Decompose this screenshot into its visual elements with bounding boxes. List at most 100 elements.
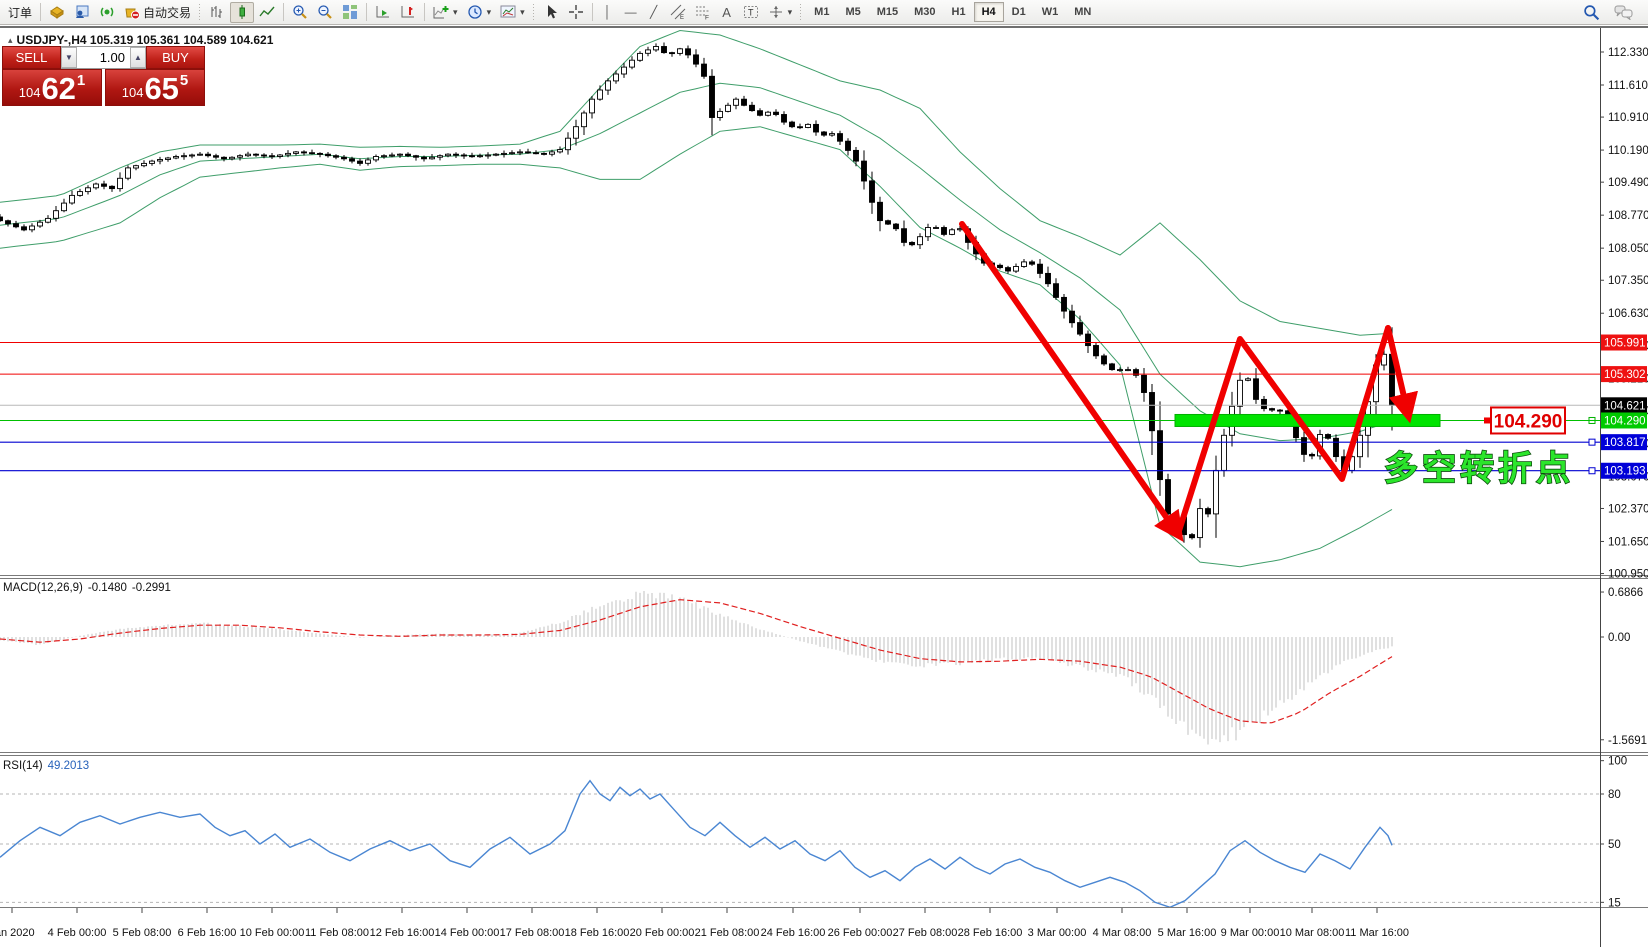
timeframe-h4[interactable]: H4 xyxy=(974,2,1004,22)
svg-text:17 Feb 08:00: 17 Feb 08:00 xyxy=(500,927,565,939)
svg-text:105.991: 105.991 xyxy=(1604,338,1646,350)
timeframe-w1[interactable]: W1 xyxy=(1034,2,1067,22)
crosshair-icon[interactable] xyxy=(564,2,588,23)
toolbar-grip xyxy=(799,3,803,21)
svg-text:28 Feb 16:00: 28 Feb 16:00 xyxy=(958,927,1023,939)
svg-text:106.630: 106.630 xyxy=(1608,308,1648,320)
toolbar-grip xyxy=(532,3,536,21)
timeframe-m30[interactable]: M30 xyxy=(906,2,943,22)
support-price-text: 104.290 xyxy=(1494,411,1563,432)
timeframe-m5[interactable]: M5 xyxy=(837,2,868,22)
svg-text:3 Mar 00:00: 3 Mar 00:00 xyxy=(1028,927,1087,939)
svg-text:14 Feb 00:00: 14 Feb 00:00 xyxy=(435,927,500,939)
svg-text:101.650: 101.650 xyxy=(1608,536,1648,548)
svg-text:5 Mar 16:00: 5 Mar 16:00 xyxy=(1158,927,1217,939)
market-watch-icon[interactable] xyxy=(70,2,94,23)
svg-text:110.910: 110.910 xyxy=(1608,112,1648,124)
svg-text:E: E xyxy=(680,15,684,20)
main-toolbar: 订单 自动交易 ▾ ▾ xyxy=(0,0,1648,25)
chart-window[interactable]: 104.290多空转折点112.330111.610110.910110.190… xyxy=(0,26,1648,947)
volume-increase-button[interactable]: ▲ xyxy=(130,47,146,68)
volume-decrease-button[interactable]: ▼ xyxy=(61,47,77,68)
toolbar-separator xyxy=(592,3,593,21)
svg-text:Jan 2020: Jan 2020 xyxy=(0,927,35,939)
svg-text:10 Mar 08:00: 10 Mar 08:00 xyxy=(1280,927,1345,939)
sell-button[interactable]: SELL xyxy=(2,46,61,69)
new-order-button[interactable]: 订单 xyxy=(4,2,36,23)
sell-price-big: 62 xyxy=(41,76,75,102)
search-icon[interactable] xyxy=(1579,2,1604,23)
svg-text:11 Mar 16:00: 11 Mar 16:00 xyxy=(1345,927,1409,939)
arrows-tool-icon[interactable]: ▾ xyxy=(764,2,797,23)
cursor-icon[interactable] xyxy=(539,2,563,23)
svg-text:5 Feb 08:00: 5 Feb 08:00 xyxy=(113,927,172,939)
sell-price-prefix: 104 xyxy=(19,86,41,99)
timeframe-m1[interactable]: M1 xyxy=(806,2,837,22)
buy-price-sup: 5 xyxy=(180,73,188,88)
periods-clock-icon[interactable]: ▾ xyxy=(463,2,496,23)
text-label-tool-icon[interactable]: T xyxy=(739,2,763,23)
svg-text:T: T xyxy=(748,8,754,18)
toolbar-separator xyxy=(40,3,41,21)
svg-text:100: 100 xyxy=(1608,756,1627,768)
chat-icon[interactable] xyxy=(1610,2,1638,23)
toolbar-separator xyxy=(424,3,425,21)
dropdown-caret: ▾ xyxy=(487,7,492,18)
buy-button[interactable]: BUY xyxy=(146,46,205,69)
tile-windows-icon[interactable] xyxy=(338,2,362,23)
timeframe-d1[interactable]: D1 xyxy=(1004,2,1034,22)
auto-scroll-icon[interactable] xyxy=(371,2,395,23)
templates-icon[interactable]: ▾ xyxy=(496,2,529,23)
svg-text:0.00: 0.00 xyxy=(1608,632,1630,644)
dropdown-caret: ▾ xyxy=(788,7,793,18)
sell-price-box[interactable]: 104621 xyxy=(2,69,102,106)
dropdown-caret: ▾ xyxy=(520,7,525,18)
sell-price-sup: 1 xyxy=(77,73,85,88)
zoom-out-icon[interactable] xyxy=(313,2,337,23)
svg-text:18 Feb 16:00: 18 Feb 16:00 xyxy=(565,927,630,939)
svg-text:26 Feb 00:00: 26 Feb 00:00 xyxy=(828,927,893,939)
zoom-in-icon[interactable] xyxy=(288,2,312,23)
svg-text:0.6866: 0.6866 xyxy=(1608,587,1643,599)
svg-text:F: F xyxy=(705,15,709,21)
svg-text:104.621: 104.621 xyxy=(1604,400,1646,412)
chart-canvas[interactable]: 104.290多空转折点112.330111.610110.910110.190… xyxy=(0,28,1648,947)
buy-price-big: 65 xyxy=(144,76,178,102)
bar-chart-icon[interactable] xyxy=(205,2,229,23)
signal-icon[interactable] xyxy=(95,2,119,23)
toolbar-separator xyxy=(366,3,367,21)
svg-text:111.610: 111.610 xyxy=(1608,80,1648,92)
chart-shift-icon[interactable] xyxy=(396,2,420,23)
channel-tool-icon[interactable]: E xyxy=(666,2,690,23)
svg-text:108.770: 108.770 xyxy=(1608,210,1648,222)
svg-text:21 Feb 08:00: 21 Feb 08:00 xyxy=(695,927,760,939)
svg-text:107.350: 107.350 xyxy=(1608,275,1648,287)
order-book-icon[interactable] xyxy=(45,2,69,23)
svg-text:20 Feb 00:00: 20 Feb 00:00 xyxy=(630,927,695,939)
indicators-add-icon[interactable]: ▾ xyxy=(429,2,462,23)
svg-text:103.193: 103.193 xyxy=(1604,466,1646,478)
volume-value[interactable]: 1.00 xyxy=(77,47,130,68)
one-click-trade-panel: SELL ▼ 1.00 ▲ BUY 104621 104655 xyxy=(2,46,205,106)
text-tool-icon[interactable]: A xyxy=(716,2,738,23)
svg-text:112.330: 112.330 xyxy=(1608,47,1648,59)
toolbar-grip xyxy=(198,3,202,21)
svg-text:103.817: 103.817 xyxy=(1604,437,1646,449)
timeframe-h1[interactable]: H1 xyxy=(944,2,974,22)
timeframe-mn[interactable]: MN xyxy=(1066,2,1099,22)
autotrading-button[interactable]: 自动交易 xyxy=(120,2,195,23)
buy-price-box[interactable]: 104655 xyxy=(105,69,205,106)
toolbar-separator xyxy=(283,3,284,21)
chart-symbol-icon: ▴ xyxy=(8,35,13,46)
fibonacci-tool-icon[interactable]: F xyxy=(691,2,715,23)
horizontal-line-tool-icon[interactable]: — xyxy=(620,2,642,23)
trendline-tool-icon[interactable]: ╱ xyxy=(643,2,665,23)
candlestick-chart-icon[interactable] xyxy=(230,2,254,23)
turning-point-annotation[interactable]: 多空转折点 xyxy=(1384,450,1574,488)
timeframe-group: M1M5M15M30H1H4D1W1MN xyxy=(806,2,1099,22)
line-chart-icon[interactable] xyxy=(255,2,279,23)
timeframe-m15[interactable]: M15 xyxy=(869,2,906,22)
vertical-line-tool-icon[interactable]: │ xyxy=(597,2,619,23)
svg-text:108.050: 108.050 xyxy=(1608,243,1648,255)
volume-spinner: ▼ 1.00 ▲ xyxy=(61,46,146,69)
